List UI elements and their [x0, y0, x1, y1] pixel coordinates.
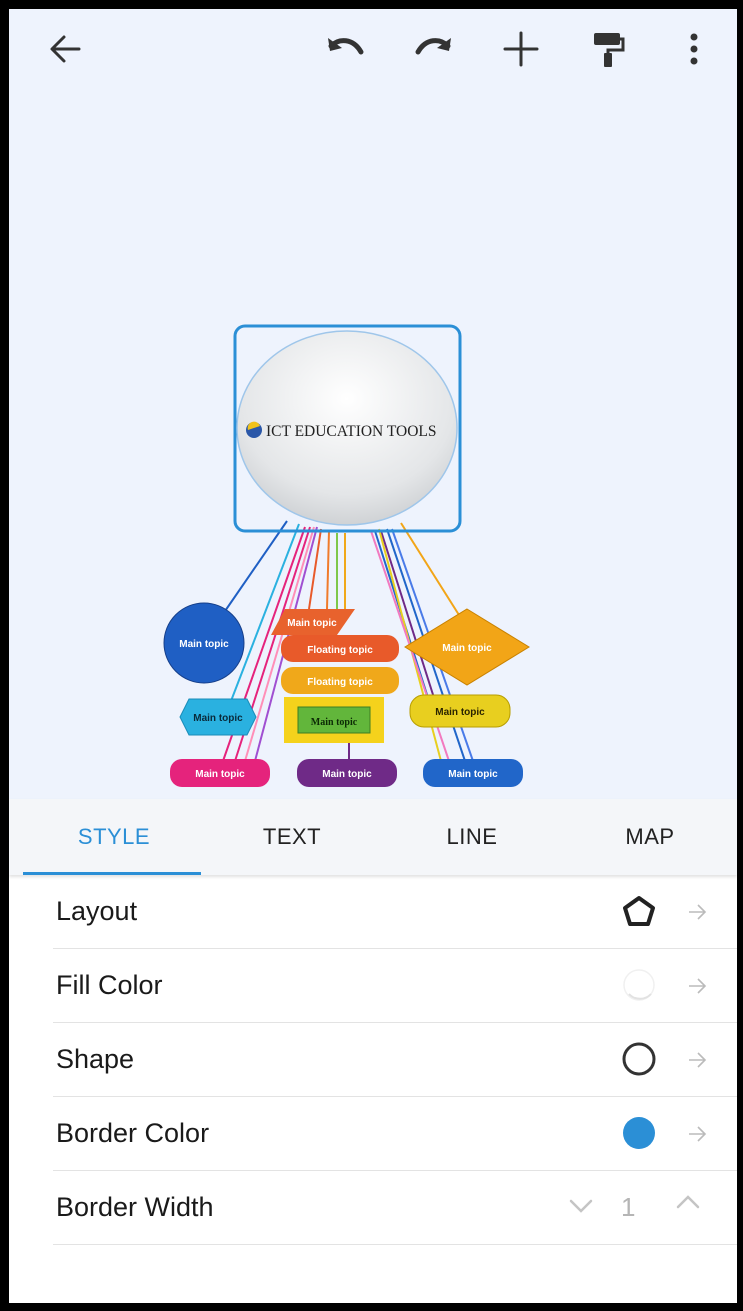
border-color-row[interactable]: Border Color — [53, 1097, 737, 1171]
central-topic[interactable]: ICT EDUCATION TOOLS — [233, 324, 462, 533]
topic-label-pink: Main topic — [195, 769, 245, 780]
circle-outline-icon — [619, 1039, 659, 1079]
topic-blue-bottom[interactable]: Main topic — [423, 759, 523, 787]
border-width-label: Border Width — [56, 1192, 214, 1222]
topic-label-para: Main topic — [287, 618, 337, 629]
topic-yellow-right[interactable]: Main topic — [409, 694, 511, 728]
topic-circle-left[interactable]: Main topic — [163, 602, 245, 684]
topic-floating-2[interactable]: Floating topic — [281, 667, 399, 694]
topic-label-float2: Floating topic — [307, 677, 373, 688]
border-width-row: Border Width 1 — [53, 1171, 737, 1245]
fill-color-swatch — [619, 965, 659, 1005]
chevron-down-icon[interactable] — [568, 1195, 594, 1217]
topic-pink-bottom[interactable]: Main topic — [170, 759, 270, 787]
topic-green-box[interactable]: Main topic — [284, 697, 384, 743]
shape-label: Shape — [56, 1044, 135, 1074]
chevron-right-arrow-icon — [689, 904, 707, 920]
topic-purple-bottom[interactable]: Main topic — [297, 759, 397, 787]
style-tabs: STYLE TEXT LINE MAP — [9, 799, 737, 875]
chevron-right-arrow-icon — [689, 1126, 707, 1142]
topic-label-green: Main topic — [311, 717, 358, 728]
topic-label-float1: Floating topic — [307, 645, 373, 656]
tab-map[interactable]: MAP — [559, 799, 737, 875]
layout-label: Layout — [56, 896, 138, 926]
topic-hexagon-left[interactable]: Main topic — [179, 698, 257, 736]
topic-label-circle-left: Main topic — [179, 639, 229, 650]
border-width-value: 1 — [621, 1192, 636, 1222]
topic-label-yellow: Main topic — [435, 707, 485, 718]
topic-floating-1[interactable]: Floating topic — [281, 635, 399, 662]
tab-style[interactable]: STYLE — [23, 799, 205, 875]
topic-label-blue: Main topic — [448, 769, 498, 780]
chevron-right-arrow-icon — [689, 978, 707, 994]
pentagon-layout-icon — [619, 891, 659, 931]
central-text: ICT EDUCATION TOOLS — [266, 423, 437, 440]
fill-color-label: Fill Color — [56, 970, 163, 1000]
topic-label-purple: Main topic — [322, 769, 372, 780]
border-color-swatch — [619, 1113, 659, 1153]
border-color-label: Border Color — [56, 1118, 210, 1148]
tab-text[interactable]: TEXT — [201, 799, 383, 875]
fill-color-row[interactable]: Fill Color — [53, 949, 737, 1023]
shape-row[interactable]: Shape — [53, 1023, 737, 1097]
layout-row[interactable]: Layout — [53, 875, 737, 949]
tab-line[interactable]: LINE — [381, 799, 563, 875]
topic-parallelogram[interactable]: Main topic — [271, 609, 355, 635]
mindmap-canvas[interactable]: ICT EDUCATION TOOLS Main topic Main topi… — [9, 9, 737, 799]
topic-label-diamond: Main topic — [442, 643, 492, 654]
topic-label-hex: Main topic — [193, 713, 243, 724]
chevron-up-icon[interactable] — [675, 1191, 701, 1213]
mindmap-diagram: ICT EDUCATION TOOLS Main topic Main topi… — [163, 324, 530, 787]
app-screen: ICT EDUCATION TOOLS Main topic Main topi… — [9, 9, 737, 1303]
chevron-right-arrow-icon — [689, 1052, 707, 1068]
